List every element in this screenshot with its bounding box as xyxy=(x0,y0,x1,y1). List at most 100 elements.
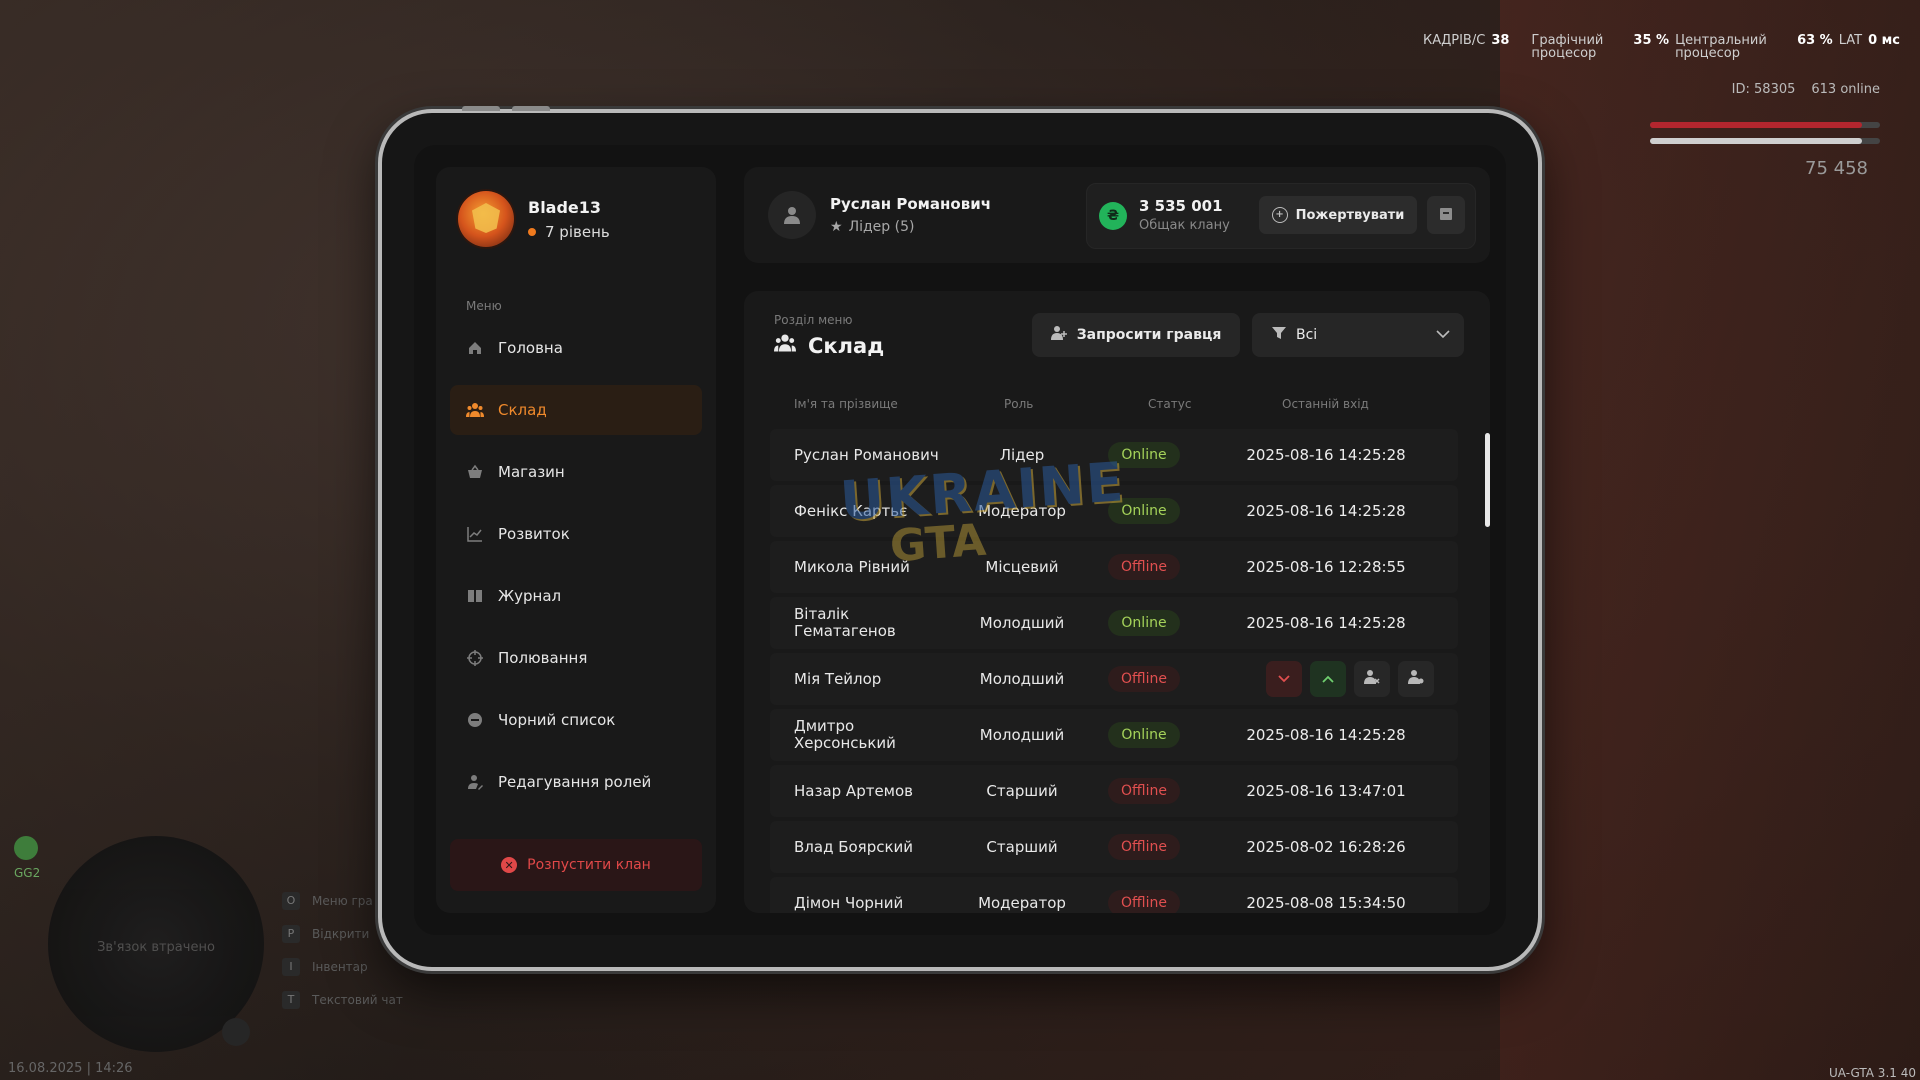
table-row[interactable]: Руслан Романович Лідер Online 2025-08-16… xyxy=(770,429,1458,481)
table-row[interactable]: Влад Боярский Старший Offline 2025-08-02… xyxy=(770,821,1458,873)
keybind-item: T Текстовий чат xyxy=(282,983,403,1016)
keybind-label: Меню гра xyxy=(312,893,373,908)
member-name: Дімон Чорний xyxy=(794,893,904,912)
status-badge: Offline xyxy=(1108,778,1180,804)
clan-logo xyxy=(458,191,514,247)
hud-datetime: 16.08.2025 | 14:26 xyxy=(8,1061,133,1076)
hud-lat-ms: 0 мс xyxy=(1868,33,1900,48)
hud-fps: КАДРІВ/С 38 xyxy=(1423,34,1509,60)
clan-level-text: 7 рівень xyxy=(545,222,610,241)
member-role: Молодший xyxy=(979,726,1065,744)
sidebar-item-label: Чорний список xyxy=(498,711,616,729)
tablet-device: Blade13 7 рівень Меню Головна Склад Мага… xyxy=(378,106,1542,971)
member-last-login: 2025-08-02 16:28:26 xyxy=(1246,838,1406,856)
promote-button[interactable] xyxy=(1310,661,1346,697)
sidebar-item-journal[interactable]: Журнал xyxy=(450,571,702,621)
table-row[interactable]: Дмитро Херсонський Молодший Online 2025-… xyxy=(770,709,1458,761)
warehouse-panel: Розділ меню Склад Запросити гравця Всі І… xyxy=(744,291,1490,913)
current-user: Руслан Романович ★ Лідер (5) xyxy=(768,191,991,239)
star-icon: ★ xyxy=(830,219,843,235)
chevron-down-icon xyxy=(1436,327,1450,343)
user-role-text: Лідер (5) xyxy=(848,219,915,235)
table-row[interactable]: Дімон Чорний Модератор Offline 2025-08-0… xyxy=(770,877,1458,913)
sidebar-item-hunting[interactable]: Полювання xyxy=(450,633,702,683)
hud-fps-label: КАДРІВ/С xyxy=(1422,33,1486,48)
hud-lat: 63 % LAT 0 мс xyxy=(1797,34,1900,60)
column-header-role: Роль xyxy=(1004,397,1034,411)
sidebar-menu: Головна Склад Магазин Розвиток Журнал По… xyxy=(450,323,702,819)
coin-icon: ₴ xyxy=(1099,202,1127,230)
sidebar-item-blacklist[interactable]: Чорний список xyxy=(450,695,702,745)
vault-icon xyxy=(1439,206,1453,225)
clan-sidebar: Blade13 7 рівень Меню Головна Склад Мага… xyxy=(436,167,716,913)
tablet-button xyxy=(462,106,500,111)
member-role: Модератор xyxy=(978,502,1066,520)
table-scrollbar[interactable] xyxy=(1485,433,1490,527)
sidebar-item-label: Полювання xyxy=(498,649,588,667)
hud-gpu: Графічний процесор xyxy=(1531,34,1611,60)
sidebar-item-warehouse[interactable]: Склад xyxy=(450,385,702,435)
home-icon xyxy=(466,339,484,357)
table-row-hovered[interactable]: Мія Тейлор Молодший Offline xyxy=(770,653,1458,705)
status-filter-select[interactable]: Всі xyxy=(1252,313,1464,357)
remove-user-icon xyxy=(1364,669,1380,689)
status-badge: Offline xyxy=(1108,554,1180,580)
sidebar-item-edit-roles[interactable]: Редагування ролей xyxy=(450,757,702,807)
plus-circle-icon: + xyxy=(1271,207,1288,223)
hud-lat-label: LAT xyxy=(1838,33,1863,48)
table-row[interactable]: Фенікс Картьє Модератор Online 2025-08-1… xyxy=(770,485,1458,537)
status-badge: Offline xyxy=(1108,666,1180,692)
disband-clan-button[interactable]: ✕ Розпустити клан xyxy=(450,839,702,891)
demote-button[interactable] xyxy=(1266,661,1302,697)
member-role: Старший xyxy=(986,838,1058,856)
sidebar-item-development[interactable]: Розвиток xyxy=(450,509,702,559)
sidebar-item-shop[interactable]: Магазин xyxy=(450,447,702,497)
invite-player-button[interactable]: Запросити гравця xyxy=(1032,313,1240,357)
hud-cpu: 35 % Центральний процесор xyxy=(1633,34,1775,60)
treasury-amount: 3 535 001 xyxy=(1139,197,1223,215)
close-circle-icon: ✕ xyxy=(501,857,518,873)
kick-member-button[interactable] xyxy=(1354,661,1390,697)
member-name: Мія Тейлор xyxy=(794,669,882,688)
hud-health-value: GG2 xyxy=(14,866,41,880)
hud-online-count: 613 online xyxy=(1811,82,1880,97)
sidebar-item-label: Журнал xyxy=(498,587,562,605)
user-settings-icon xyxy=(1408,669,1424,689)
keybind-key: O xyxy=(282,891,300,910)
member-role: Місцевий xyxy=(985,558,1059,576)
member-role: Лідер xyxy=(999,446,1045,464)
sidebar-item-label: Редагування ролей xyxy=(498,773,652,791)
vault-button[interactable] xyxy=(1427,196,1465,234)
hud-version-extra: 40 xyxy=(1900,1066,1916,1080)
member-last-login: 2025-08-16 14:25:28 xyxy=(1246,446,1406,464)
basket-icon xyxy=(466,463,484,481)
keybind-key: T xyxy=(282,990,300,1009)
filter-value: Всі xyxy=(1296,327,1318,343)
table-row[interactable]: Микола Рівний Місцевий Offline 2025-08-1… xyxy=(770,541,1458,593)
status-badge: Offline xyxy=(1108,834,1180,860)
section-title-text: Склад xyxy=(808,333,885,358)
table-row[interactable]: Назар Артемов Старший Offline 2025-08-16… xyxy=(770,765,1458,817)
disband-clan-label: Розпустити клан xyxy=(527,857,651,873)
members-table: Руслан Романович Лідер Online 2025-08-16… xyxy=(770,429,1458,913)
member-role: Модератор xyxy=(978,894,1066,912)
chevron-down-icon xyxy=(1278,671,1290,687)
donate-button[interactable]: + Пожертвувати xyxy=(1259,196,1417,234)
sidebar-item-home[interactable]: Головна xyxy=(450,323,702,373)
user-header: Руслан Романович ★ Лідер (5) ₴ 3 535 001… xyxy=(744,167,1490,263)
table-row[interactable]: Віталік Гематагенов Молодший Online 2025… xyxy=(770,597,1458,649)
sidebar-item-label: Магазин xyxy=(498,463,565,481)
hud-armor-bar xyxy=(1650,138,1880,144)
user-avatar xyxy=(768,191,816,239)
keybind-key: P xyxy=(282,924,300,943)
add-user-icon xyxy=(1050,325,1067,345)
section-title: Склад xyxy=(774,333,884,358)
minimap-status: Зв'язок втрачено xyxy=(97,940,215,955)
user-edit-icon xyxy=(466,773,484,791)
clan-level: 7 рівень xyxy=(528,223,610,241)
section-caption: Розділ меню xyxy=(774,313,853,327)
member-name: Віталік Гематагенов xyxy=(794,605,896,640)
filter-icon xyxy=(1272,326,1286,344)
member-info-button[interactable] xyxy=(1398,661,1434,697)
status-badge: Online xyxy=(1108,442,1180,468)
